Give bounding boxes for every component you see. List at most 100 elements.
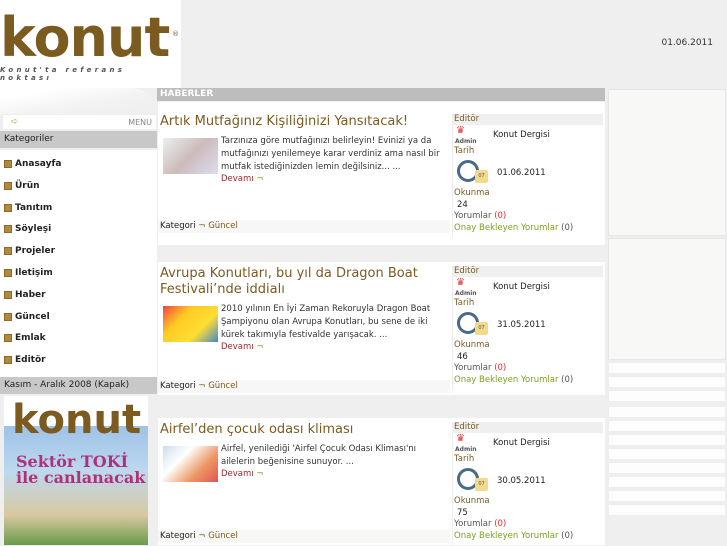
sidebar-item-label: Güncel <box>15 311 50 322</box>
admin-badge: Admin <box>455 138 477 145</box>
article-summary: 2010 yılının En İyi Zaman Rekoruyla Drag… <box>221 304 431 340</box>
article-date: 31.05.2011 <box>497 320 546 330</box>
sidebar-item-5[interactable]: Iletişim <box>4 268 53 278</box>
sidebar-row <box>608 376 726 388</box>
category-bullet-icon <box>4 312 12 321</box>
sidebar-item-label: Iletişim <box>15 268 53 278</box>
ad-box <box>608 89 726 236</box>
admin-badge: Admin <box>455 290 477 297</box>
admin-badge: Admin <box>455 446 477 453</box>
category-link[interactable]: Güncel <box>208 531 238 541</box>
decorative-swoosh <box>0 88 157 114</box>
date-label: Tarih <box>454 454 475 464</box>
site-logo[interactable]: konut ® Konut'ta referans noktası <box>0 0 181 88</box>
calendar-icon: 07 <box>475 478 488 491</box>
sidebar-item-4[interactable]: Projeler <box>4 246 55 256</box>
cover-heading: Kasım - Aralık 2008 (Kapak) <box>0 377 157 394</box>
category-bullet-icon <box>4 160 12 168</box>
sidebar-row <box>608 362 726 374</box>
category-bar: Kategori ¬ Güncel <box>158 220 450 233</box>
news-article: Avrupa Konutları, bu yıl da Dragon Boat … <box>158 262 605 395</box>
arrow-icon: ¬ <box>256 342 264 352</box>
sidebar-item-label: Söyleşi <box>15 224 52 235</box>
sidebar-item-label: Projeler <box>15 246 56 257</box>
article-thumbnail[interactable] <box>163 138 218 174</box>
sidebar-item-2[interactable]: Tanıtım <box>4 203 52 213</box>
pending-comments-link[interactable]: Onay Bekleyen Yorumlar (0) <box>454 223 573 233</box>
sidebar-row <box>608 420 726 432</box>
sidebar-row <box>608 448 726 460</box>
comments-link[interactable]: Yorumlar (0) <box>454 211 506 221</box>
reads-label: Okunma <box>454 496 490 506</box>
date-label: Tarih <box>454 146 475 156</box>
category-bar: Kategori ¬ Güncel <box>158 530 450 543</box>
menu-bar[interactable]: ➪ MENU <box>2 114 157 130</box>
cover-headline: Sektör TOKİ ile canlanacak <box>16 452 146 487</box>
pending-comments-link[interactable]: Onay Bekleyen Yorumlar (0) <box>454 375 573 385</box>
read-count: 24 <box>457 200 468 210</box>
crown-icon: ♛ <box>456 433 465 444</box>
current-date: 01.06.2011 <box>661 38 713 48</box>
editor-label: Editör <box>453 422 603 433</box>
sidebar-row <box>608 504 726 516</box>
read-more-link[interactable]: Devamı ¬ <box>221 174 263 184</box>
registered-icon: ® <box>172 30 179 38</box>
article-title[interactable]: Avrupa Konutları, bu yıl da Dragon Boat … <box>160 266 450 298</box>
category-link[interactable]: Güncel <box>208 221 238 231</box>
sidebar-item-label: Emlak <box>15 333 46 344</box>
sidebar-item-1[interactable]: Ürün <box>4 181 40 191</box>
logo-wordmark: konut <box>0 6 170 69</box>
calendar-icon: 07 <box>475 322 488 335</box>
comments-link[interactable]: Yorumlar (0) <box>454 363 506 373</box>
logo-tagline: Konut'ta referans noktası <box>0 66 126 82</box>
arrow-icon: ¬ <box>256 174 264 184</box>
magazine-cover-image[interactable]: konut Sektör TOKİ ile canlanacak <box>4 396 148 545</box>
read-more-link[interactable]: Devamı ¬ <box>221 342 263 352</box>
reads-label: Okunma <box>454 188 490 198</box>
sidebar-item-label: Tanıtım <box>15 202 53 213</box>
sidebar-item-6[interactable]: Haber <box>4 290 46 300</box>
news-article: Artık Mutfağınız Kişiliğinizi Yansıtacak… <box>158 102 605 245</box>
sidebar-item-8[interactable]: Emlak <box>4 333 46 343</box>
editor-name: Konut Dergisi <box>493 282 550 292</box>
sidebar-row <box>608 406 726 418</box>
editor-label: Editör <box>453 266 603 277</box>
article-summary: Tarzınıza göre mutfağınızı belirleyin! E… <box>221 136 440 172</box>
category-bullet-icon <box>4 181 12 190</box>
sidebar-row <box>608 462 726 474</box>
article-thumbnail[interactable] <box>163 306 218 342</box>
sidebar-item-label: Anasayfa <box>15 159 62 169</box>
sidebar-row <box>608 476 726 488</box>
news-section-heading: HABERLER <box>157 88 605 101</box>
news-article: Airfel’den çocuk odası kliması Airfel, y… <box>158 418 605 546</box>
category-bullet-icon <box>4 290 12 299</box>
editor-name: Konut Dergisi <box>493 130 550 140</box>
article-thumbnail[interactable] <box>163 446 218 482</box>
article-title[interactable]: Artık Mutfağınız Kişiliğinizi Yansıtacak… <box>160 114 450 130</box>
reads-label: Okunma <box>454 340 490 350</box>
category-link[interactable]: Güncel <box>208 381 238 391</box>
ad-box <box>608 238 726 360</box>
sidebar-item-9[interactable]: Editör <box>4 355 46 365</box>
category-bullet-icon <box>4 269 12 277</box>
category-list: Anasayfa Ürün Tanıtım Söyleşi Projeler Iletiş… <box>0 150 157 377</box>
read-more-link[interactable]: Devamı ¬ <box>221 469 263 479</box>
comments-link[interactable]: Yorumlar (0) <box>454 519 506 529</box>
arrow-icon: ➪ <box>11 117 19 127</box>
menu-label: MENU <box>128 118 152 127</box>
article-title[interactable]: Airfel’den çocuk odası kliması <box>160 422 450 438</box>
article-summary: Airfel, yenilediği 'Airfel Çocuk Odası K… <box>221 444 417 467</box>
article-meta: Editör ♛ Admin Konut Dergisi Tarih 07 30… <box>452 422 603 546</box>
pending-comments-link[interactable]: Onay Bekleyen Yorumlar (0) <box>454 531 573 541</box>
sidebar-row <box>608 434 726 446</box>
article-meta: Editör ♛ Admin Konut Dergisi Tarih 07 31… <box>452 266 603 390</box>
date-label: Tarih <box>454 298 475 308</box>
article-meta: Editör ♛ Admin Konut Dergisi Tarih 07 01… <box>452 114 603 238</box>
sidebar-item-7[interactable]: Güncel <box>4 312 50 322</box>
category-bullet-icon <box>4 247 12 256</box>
sidebar-item-0[interactable]: Anasayfa <box>4 159 61 169</box>
category-bullet-icon <box>4 356 12 365</box>
cover-logo: konut <box>12 397 142 443</box>
category-bullet-icon <box>4 203 12 212</box>
sidebar-item-3[interactable]: Söyleşi <box>4 224 51 234</box>
